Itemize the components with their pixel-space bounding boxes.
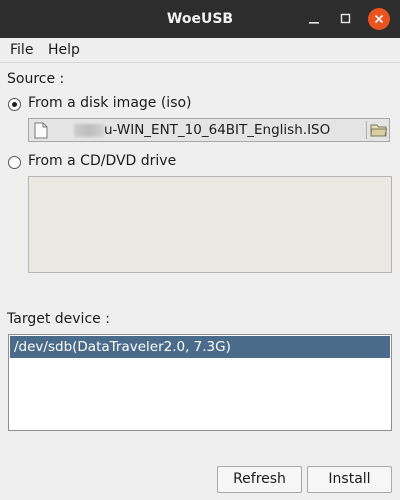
option-cd-dvd-label[interactable]: From a CD/DVD drive (28, 153, 176, 169)
install-button[interactable]: Install (307, 466, 392, 493)
option-disk-image-label[interactable]: From a disk image (iso) (28, 95, 192, 111)
device-name: /dev/sdb(DataTraveler2.0, 7.3G) (14, 339, 231, 355)
folder-icon (370, 124, 388, 137)
source-label: Source : (7, 71, 65, 87)
file-icon (34, 122, 48, 139)
radio-selected-dot (12, 102, 17, 107)
minimize-icon (309, 22, 319, 24)
cd-dvd-drive-list (28, 176, 392, 273)
maximize-icon (340, 13, 351, 24)
close-icon (374, 14, 384, 24)
refresh-button[interactable]: Refresh (217, 466, 302, 493)
target-device-label: Target device : (7, 311, 110, 327)
menu-bar: File Help (0, 38, 400, 63)
minimize-button[interactable] (303, 8, 325, 30)
list-item[interactable]: /dev/sdb(DataTraveler2.0, 7.3G) (10, 336, 390, 358)
iso-filename: u-WIN_ENT_10_64BIT_English.ISO (104, 122, 331, 138)
menu-help[interactable]: Help (48, 42, 80, 58)
menu-file[interactable]: File (10, 42, 33, 58)
radio-cd-dvd[interactable] (8, 156, 21, 169)
iso-file-chooser[interactable]: u-WIN_ENT_10_64BIT_English.ISO (28, 118, 390, 142)
radio-disk-image[interactable] (8, 98, 21, 111)
title-bar: WoeUSB (0, 0, 400, 38)
maximize-button[interactable] (335, 8, 357, 30)
chooser-separator (366, 121, 367, 139)
close-button[interactable] (368, 8, 390, 30)
target-device-list[interactable]: /dev/sdb(DataTraveler2.0, 7.3G) (8, 334, 392, 431)
blurred-filename-prefix (74, 124, 104, 137)
